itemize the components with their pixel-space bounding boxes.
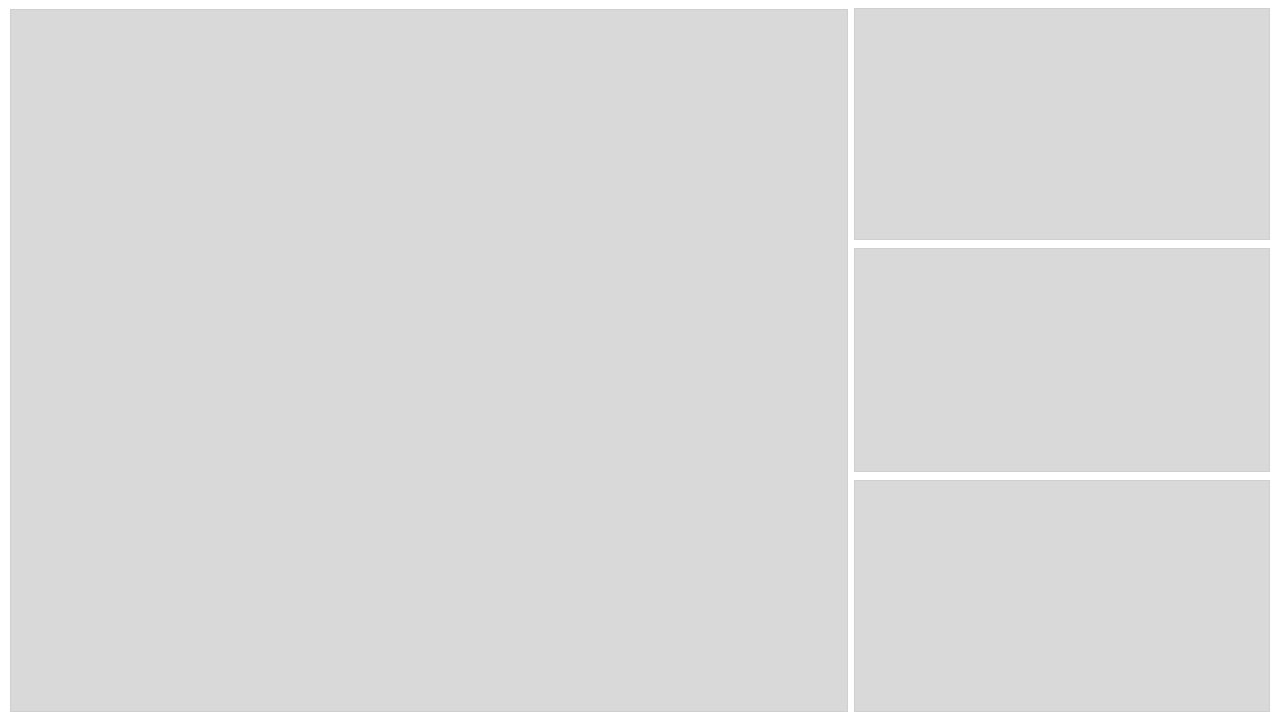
side-placeholder-panel-3: [854, 480, 1270, 712]
side-placeholder-panel-2: [854, 248, 1270, 472]
main-placeholder-panel: [10, 9, 848, 712]
side-placeholder-panel-1: [854, 8, 1270, 240]
